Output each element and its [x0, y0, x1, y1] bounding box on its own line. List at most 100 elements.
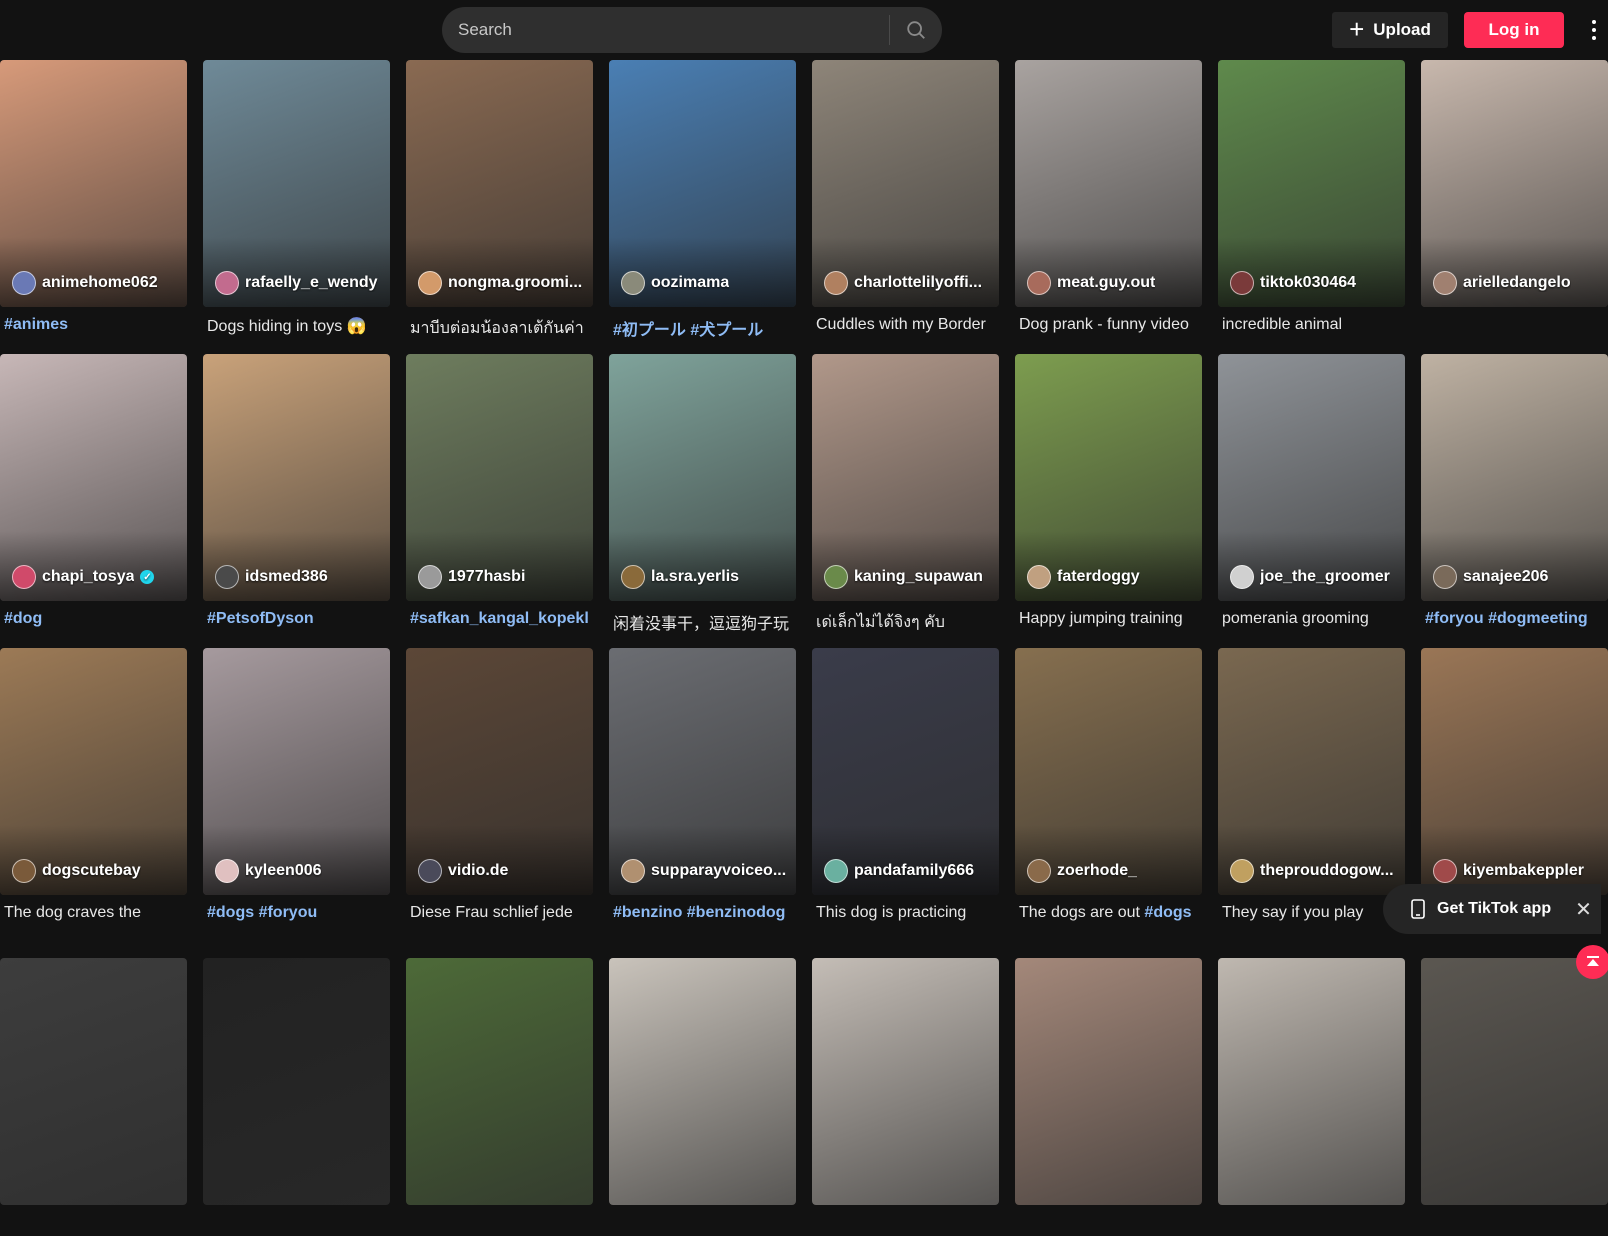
video-thumbnail[interactable]: dogscutebay [0, 648, 187, 895]
video-card[interactable]: pandafamily666 This dog is practicing [812, 648, 999, 926]
author-row[interactable]: 1977hasbi [418, 565, 585, 589]
video-card[interactable]: theprouddogow... They say if you play [1218, 648, 1405, 926]
video-card[interactable]: sanajee206 #foryou #dogmeeting [1421, 354, 1608, 632]
author-username[interactable]: charlottelilyoffi... [854, 274, 982, 292]
author-username[interactable]: animehome062 [42, 274, 158, 292]
video-thumbnail[interactable] [406, 958, 593, 1205]
video-card[interactable]: joe_the_groomer pomerania grooming [1218, 354, 1405, 632]
video-thumbnail[interactable]: arielledangelo [1421, 60, 1608, 307]
author-row[interactable]: animehome062 [12, 271, 179, 295]
avatar[interactable] [12, 271, 36, 295]
hashtag-link[interactable]: #animes [4, 316, 68, 333]
author-row[interactable]: rafaelly_e_wendy [215, 271, 382, 295]
author-username[interactable]: oozimama [651, 274, 729, 292]
video-thumbnail[interactable]: chapi_tosya ✓ [0, 354, 187, 601]
video-card[interactable] [1015, 958, 1202, 1236]
author-row[interactable]: tiktok030464 [1230, 271, 1397, 295]
video-caption[interactable]: #PetsofDyson [203, 610, 390, 632]
video-caption[interactable]: The dog craves the [0, 904, 187, 926]
hashtag-link[interactable]: #初プール #犬プール [613, 322, 763, 338]
avatar[interactable] [621, 565, 645, 589]
hashtag-link[interactable]: #safkan_kangal_kopekl [410, 610, 589, 627]
author-row[interactable]: dogscutebay [12, 859, 179, 883]
video-thumbnail[interactable]: supparayvoiceo... [609, 648, 796, 895]
avatar[interactable] [1230, 271, 1254, 295]
avatar[interactable] [12, 859, 36, 883]
video-caption[interactable]: incredible animal [1218, 316, 1405, 338]
video-caption[interactable]: pomerania grooming [1218, 610, 1405, 632]
video-caption[interactable]: #foryou #dogmeeting [1421, 610, 1608, 632]
video-caption[interactable] [203, 1214, 390, 1236]
video-caption[interactable]: #dog [0, 610, 187, 632]
hashtag-link[interactable]: #PetsofDyson [207, 610, 314, 627]
video-card[interactable] [1218, 958, 1405, 1236]
video-thumbnail[interactable] [609, 958, 796, 1205]
avatar[interactable] [418, 565, 442, 589]
video-thumbnail[interactable] [0, 958, 187, 1205]
video-thumbnail[interactable]: kyleen006 [203, 648, 390, 895]
video-caption[interactable]: Happy jumping training [1015, 610, 1202, 632]
video-card[interactable]: meat.guy.out Dog prank - funny video [1015, 60, 1202, 338]
video-card[interactable]: dogscutebay The dog craves the [0, 648, 187, 926]
author-username[interactable]: tiktok030464 [1260, 274, 1356, 292]
video-caption[interactable] [0, 1214, 187, 1236]
video-thumbnail[interactable] [1015, 958, 1202, 1205]
author-username[interactable]: chapi_tosya [42, 568, 134, 586]
video-card[interactable]: nongma.groomi... มาบีบต่อมน้องลาเต้กันค่า [406, 60, 593, 338]
video-card[interactable]: kyleen006 #dogs #foryou [203, 648, 390, 926]
video-caption[interactable] [609, 1214, 796, 1236]
video-card[interactable]: chapi_tosya ✓ #dog [0, 354, 187, 632]
video-caption[interactable]: #safkan_kangal_kopekl [406, 610, 593, 632]
author-row[interactable]: meat.guy.out [1027, 271, 1194, 295]
hashtag-link[interactable]: #dog [4, 610, 42, 627]
author-row[interactable]: nongma.groomi... [418, 271, 585, 295]
video-caption[interactable]: Diese Frau schlief jede [406, 904, 593, 926]
author-username[interactable]: vidio.de [448, 862, 508, 880]
avatar[interactable] [215, 271, 239, 295]
video-card[interactable] [203, 958, 390, 1236]
video-caption[interactable] [1421, 1214, 1608, 1236]
avatar[interactable] [1230, 859, 1254, 883]
video-thumbnail[interactable]: meat.guy.out [1015, 60, 1202, 307]
author-row[interactable]: arielledangelo [1433, 271, 1600, 295]
video-caption[interactable]: #dogs #foryou [203, 904, 390, 926]
author-row[interactable]: supparayvoiceo... [621, 859, 788, 883]
video-caption[interactable]: เด่เล็กไม่ได้จิงๆ คับ [812, 610, 999, 632]
video-card[interactable]: faterdoggy Happy jumping training [1015, 354, 1202, 632]
avatar[interactable] [824, 271, 848, 295]
video-thumbnail[interactable]: animehome062 [0, 60, 187, 307]
author-username[interactable]: joe_the_groomer [1260, 568, 1390, 586]
avatar[interactable] [1027, 859, 1051, 883]
author-username[interactable]: nongma.groomi... [448, 274, 582, 292]
video-card[interactable]: zoerhode_ The dogs are out #dogs [1015, 648, 1202, 926]
author-username[interactable]: rafaelly_e_wendy [245, 274, 378, 292]
video-caption[interactable]: Dog prank - funny video [1015, 316, 1202, 338]
video-caption[interactable]: #初プール #犬プール [609, 316, 796, 338]
video-thumbnail[interactable]: theprouddogow... [1218, 648, 1405, 895]
video-card[interactable]: animehome062 #animes [0, 60, 187, 338]
author-row[interactable]: kaning_supawan [824, 565, 991, 589]
video-caption[interactable]: The dogs are out #dogs [1015, 904, 1202, 926]
author-row[interactable]: faterdoggy [1027, 565, 1194, 589]
avatar[interactable] [824, 565, 848, 589]
video-caption[interactable] [812, 1214, 999, 1236]
author-username[interactable]: pandafamily666 [854, 862, 974, 880]
video-thumbnail[interactable]: kiyembakeppler [1421, 648, 1608, 895]
upload-button[interactable]: + Upload [1332, 12, 1448, 48]
video-caption[interactable] [1421, 316, 1608, 338]
search-input[interactable] [442, 7, 889, 53]
video-thumbnail[interactable]: pandafamily666 [812, 648, 999, 895]
author-row[interactable]: chapi_tosya ✓ [12, 565, 179, 589]
author-row[interactable]: idsmed386 [215, 565, 382, 589]
video-card[interactable]: kaning_supawan เด่เล็กไม่ได้จิงๆ คับ [812, 354, 999, 632]
author-username[interactable]: kyleen006 [245, 862, 322, 880]
video-card[interactable]: supparayvoiceo... #benzino #benzinodog [609, 648, 796, 926]
close-icon[interactable]: ✕ [1575, 897, 1592, 922]
avatar[interactable] [215, 859, 239, 883]
avatar[interactable] [621, 271, 645, 295]
author-username[interactable]: kiyembakeppler [1463, 862, 1584, 880]
author-row[interactable]: joe_the_groomer [1230, 565, 1397, 589]
video-thumbnail[interactable] [1218, 958, 1405, 1205]
author-username[interactable]: theprouddogow... [1260, 862, 1394, 880]
video-thumbnail[interactable]: la.sra.yerlis [609, 354, 796, 601]
